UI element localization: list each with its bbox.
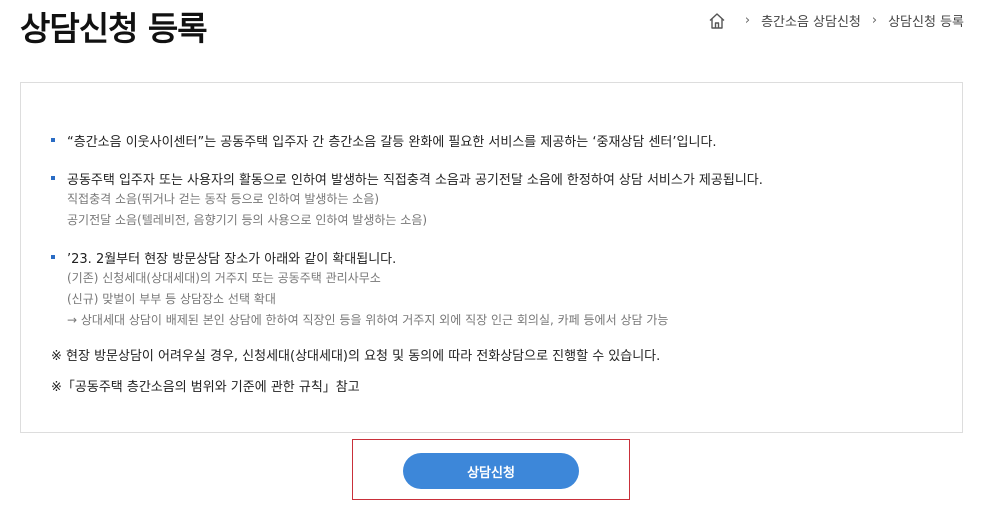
bullet-icon — [51, 138, 55, 142]
notice-subtext: 직접충격 소음(뛰거나 걷는 동작 등으로 인하여 발생하는 소음) — [67, 192, 380, 206]
notice-item-service-scope: 공동주택 입주자 또는 사용자의 활동으로 인하여 발생하는 직접충격 소음과 … — [51, 169, 763, 231]
chevron-right-icon: › — [871, 13, 878, 28]
notice-subtext: 공기전달 소음(텔레비전, 음향기기 등의 사용으로 인하여 발생하는 소음) — [67, 213, 428, 227]
notice-text: ’23. 2월부터 현장 방문상담 장소가 아래와 같이 확대됩니다. — [67, 252, 397, 267]
apply-consultation-button[interactable]: 상담신청 — [403, 453, 579, 489]
breadcrumb-item-current: 상담신청 등록 — [888, 15, 964, 30]
page-title: 상담신청 등록 — [20, 9, 208, 48]
notice-text: “층간소음 이웃사이센터”는 공동주택 입주자 간 층간소음 갈등 완화에 필요… — [67, 135, 717, 150]
notice-note-phone: ※ 현장 방문상담이 어려우실 경우, 신청세대(상대세대)의 요청 및 동의에… — [51, 349, 661, 364]
notice-subtext: (신규) 맞벌이 부부 등 상담장소 선택 확대 — [67, 292, 276, 306]
chevron-right-icon: › — [744, 13, 751, 28]
home-icon[interactable] — [708, 12, 726, 30]
bullet-icon — [51, 176, 55, 180]
notice-text: 공동주택 입주자 또는 사용자의 활동으로 인하여 발생하는 직접충격 소음과 … — [67, 173, 763, 188]
notice-subtext: (기존) 신청세대(상대세대)의 거주지 또는 공동주택 관리사무소 — [67, 271, 381, 285]
bullet-icon — [51, 255, 55, 259]
notice-box: “층간소음 이웃사이센터”는 공동주택 입주자 간 층간소음 갈등 완화에 필요… — [20, 82, 963, 433]
notice-note-reference: ※「공동주택 층간소음의 범위와 기준에 관한 규칙」참고 — [51, 380, 360, 395]
notice-item-location-expansion: ’23. 2월부터 현장 방문상담 장소가 아래와 같이 확대됩니다. (기존)… — [51, 248, 668, 331]
breadcrumb: › 층간소음 상담신청 › 상담신청 등록 — [708, 11, 964, 30]
notice-item-intro: “층간소음 이웃사이센터”는 공동주택 입주자 간 층간소음 갈등 완화에 필요… — [51, 131, 717, 150]
notice-subtext: → 상대세대 상담이 배제된 본인 상담에 한하여 직장인 등을 위하여 거주지… — [67, 313, 669, 327]
breadcrumb-item-noise-consultation[interactable]: 층간소음 상담신청 — [761, 11, 861, 30]
